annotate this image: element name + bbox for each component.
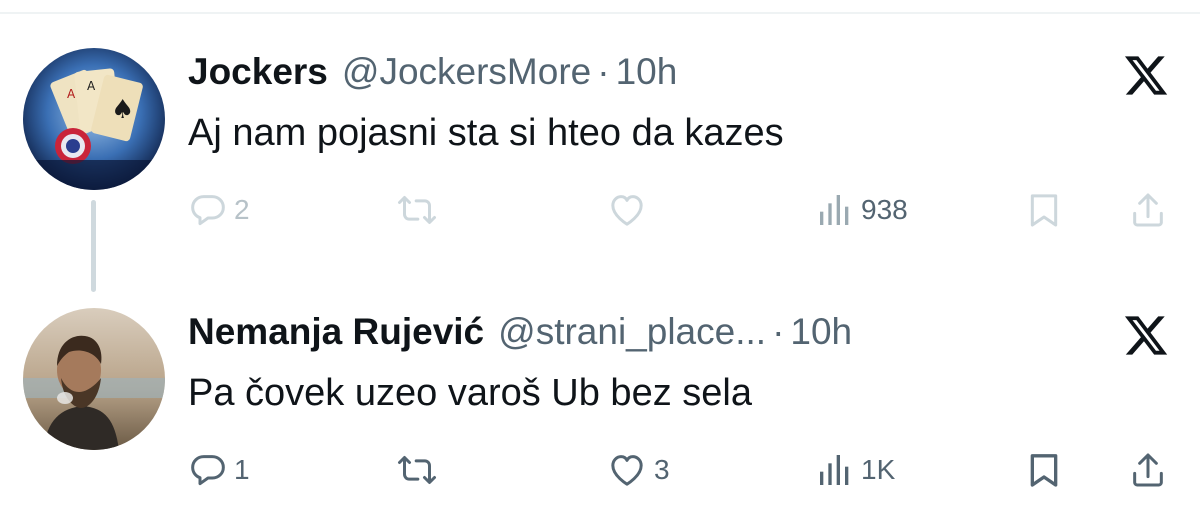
- bookmark-icon: [1030, 454, 1058, 487]
- separator-dot: ·: [772, 311, 785, 352]
- display-name[interactable]: Jockers: [188, 51, 328, 93]
- views-icon: [820, 455, 849, 485]
- svg-text:♠: ♠: [111, 95, 134, 125]
- avatar[interactable]: [23, 308, 165, 450]
- views-button[interactable]: 1K: [815, 448, 895, 492]
- share-button[interactable]: [1128, 188, 1168, 232]
- share-button[interactable]: [1128, 448, 1168, 492]
- x-logo-icon: [1124, 316, 1168, 355]
- reply-count: 1: [234, 454, 250, 485]
- like-count: 3: [654, 454, 670, 485]
- repost-icon: [398, 456, 436, 484]
- share-icon: [1133, 193, 1163, 227]
- repost-icon: [398, 196, 436, 224]
- reply-count: 2: [234, 194, 250, 225]
- like-button[interactable]: [606, 188, 648, 232]
- display-name[interactable]: Nemanja Rujević: [188, 311, 484, 353]
- top-divider: [0, 12, 1200, 14]
- svg-text:A: A: [67, 87, 76, 101]
- tweet-header: Jockers @JockersMore · 10h: [188, 50, 677, 94]
- tweet-header: Nemanja Rujević @strani_place... · 10h: [188, 310, 852, 354]
- avatar-photo-image: [23, 308, 165, 450]
- repost-button[interactable]: [394, 188, 440, 232]
- user-handle[interactable]: @JockersMore: [342, 51, 591, 93]
- view-count: 1K: [861, 454, 896, 485]
- x-logo-icon: [1124, 56, 1168, 95]
- share-icon: [1133, 453, 1163, 487]
- views-icon: [820, 195, 849, 225]
- bookmark-icon: [1030, 194, 1058, 227]
- timestamp[interactable]: 10h: [790, 311, 852, 353]
- avatar[interactable]: ♠ A A: [23, 48, 165, 190]
- timestamp[interactable]: 10h: [616, 51, 678, 93]
- reply-icon: [191, 455, 225, 486]
- repost-button[interactable]: [394, 448, 440, 492]
- tweet-text: Aj nam pojasni sta si hteo da kazes: [188, 112, 784, 154]
- separator-dot: ·: [597, 51, 610, 92]
- reply-button[interactable]: 1: [188, 448, 250, 492]
- avatar-cards-image: ♠ A A: [23, 48, 165, 190]
- action-bar: 2 938: [0, 188, 1200, 232]
- user-handle[interactable]: @strani_place...: [498, 311, 766, 353]
- tweet-text: Pa čovek uzeo varoš Ub bez sela: [188, 372, 752, 414]
- like-icon: [611, 195, 643, 226]
- bookmark-button[interactable]: [1024, 448, 1064, 492]
- views-button[interactable]: 938: [815, 188, 908, 232]
- action-bar: 1 3 1K: [0, 448, 1200, 492]
- reply-icon: [191, 195, 225, 226]
- view-count: 938: [861, 194, 908, 225]
- reply-button[interactable]: 2: [188, 188, 250, 232]
- like-button[interactable]: 3: [606, 448, 670, 492]
- like-icon: [611, 455, 643, 486]
- svg-text:A: A: [87, 79, 96, 93]
- bookmark-button[interactable]: [1024, 188, 1064, 232]
